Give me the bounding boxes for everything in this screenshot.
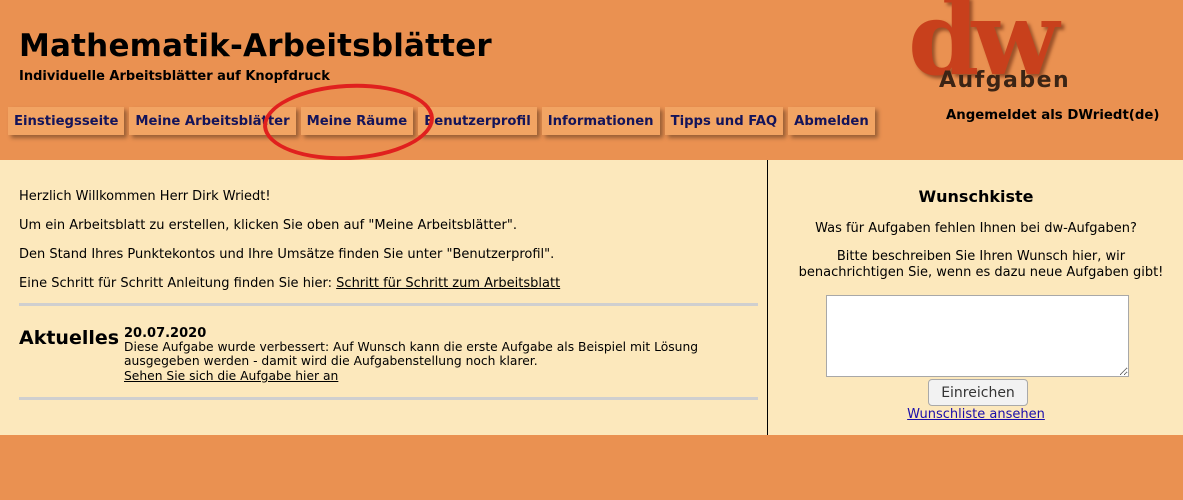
wish-question: Was für Aufgaben fehlen Ihnen bei dw-Auf…	[815, 221, 1137, 236]
content-area: Herzlich Willkommen Herr Dirk Wriedt! Um…	[0, 160, 1183, 435]
dw-aufgaben-logo[interactable]: dw Aufgaben	[905, 0, 1155, 98]
header: Mathematik-Arbeitsblätter Individuelle A…	[0, 0, 1183, 165]
main-nav: Einstiegsseite Meine Arbeitsblätter Mein…	[8, 107, 880, 135]
wish-title: Wunschkiste	[918, 187, 1034, 206]
guide-text: Eine Schritt für Schritt Anleitung finde…	[19, 276, 560, 291]
site-title: Mathematik-Arbeitsblätter	[19, 28, 492, 64]
nav-item-meine-raeume[interactable]: Meine Räume	[300, 107, 414, 135]
news-text: Diese Aufgabe wurde verbessert: Auf Wuns…	[124, 340, 699, 369]
nav-item-einstiegsseite[interactable]: Einstiegsseite	[8, 107, 125, 135]
guide-prefix: Eine Schritt für Schritt Anleitung finde…	[19, 276, 337, 291]
wish-description: Bitte beschreiben Sie Ihren Wunsch hier,…	[798, 249, 1164, 280]
divider-top	[19, 303, 758, 306]
main-column: Herzlich Willkommen Herr Dirk Wriedt! Um…	[0, 160, 768, 435]
nav-item-informationen[interactable]: Informationen	[541, 107, 660, 135]
news-heading: Aktuelles	[19, 327, 120, 349]
wishlist-link-container: Wunschliste ansehen	[769, 407, 1183, 422]
nav-item-benutzerprofil[interactable]: Benutzerprofil	[418, 107, 537, 135]
site-subtitle: Individuelle Arbeitsblätter auf Knopfdru…	[19, 69, 330, 84]
create-hint-text: Um ein Arbeitsblatt zu erstellen, klicke…	[19, 218, 517, 233]
nav-item-tipps-und-faq[interactable]: Tipps und FAQ	[664, 107, 784, 135]
wish-box: Wunschkiste Was für Aufgaben fehlen Ihne…	[769, 160, 1183, 435]
wish-input[interactable]	[826, 295, 1129, 377]
news-date: 20.07.2020	[124, 326, 207, 341]
wishlist-link[interactable]: Wunschliste ansehen	[907, 407, 1045, 422]
login-status: Angemeldet als DWriedt(de)	[946, 108, 1160, 123]
news-link[interactable]: Sehen Sie sich die Aufgabe hier an	[124, 369, 338, 383]
account-hint-text: Den Stand Ihres Punktekontos und Ihre Um…	[19, 247, 555, 262]
submit-button[interactable]: Einreichen	[928, 379, 1028, 406]
welcome-text: Herzlich Willkommen Herr Dirk Wriedt!	[19, 189, 271, 204]
guide-link[interactable]: Schritt für Schritt zum Arbeitsblatt	[336, 276, 560, 291]
divider-bottom	[19, 397, 758, 400]
nav-item-meine-arbeitsblaetter[interactable]: Meine Arbeitsblätter	[129, 107, 296, 135]
nav-item-abmelden[interactable]: Abmelden	[788, 107, 875, 135]
logo-aufgaben-text: Aufgaben	[939, 68, 1071, 93]
